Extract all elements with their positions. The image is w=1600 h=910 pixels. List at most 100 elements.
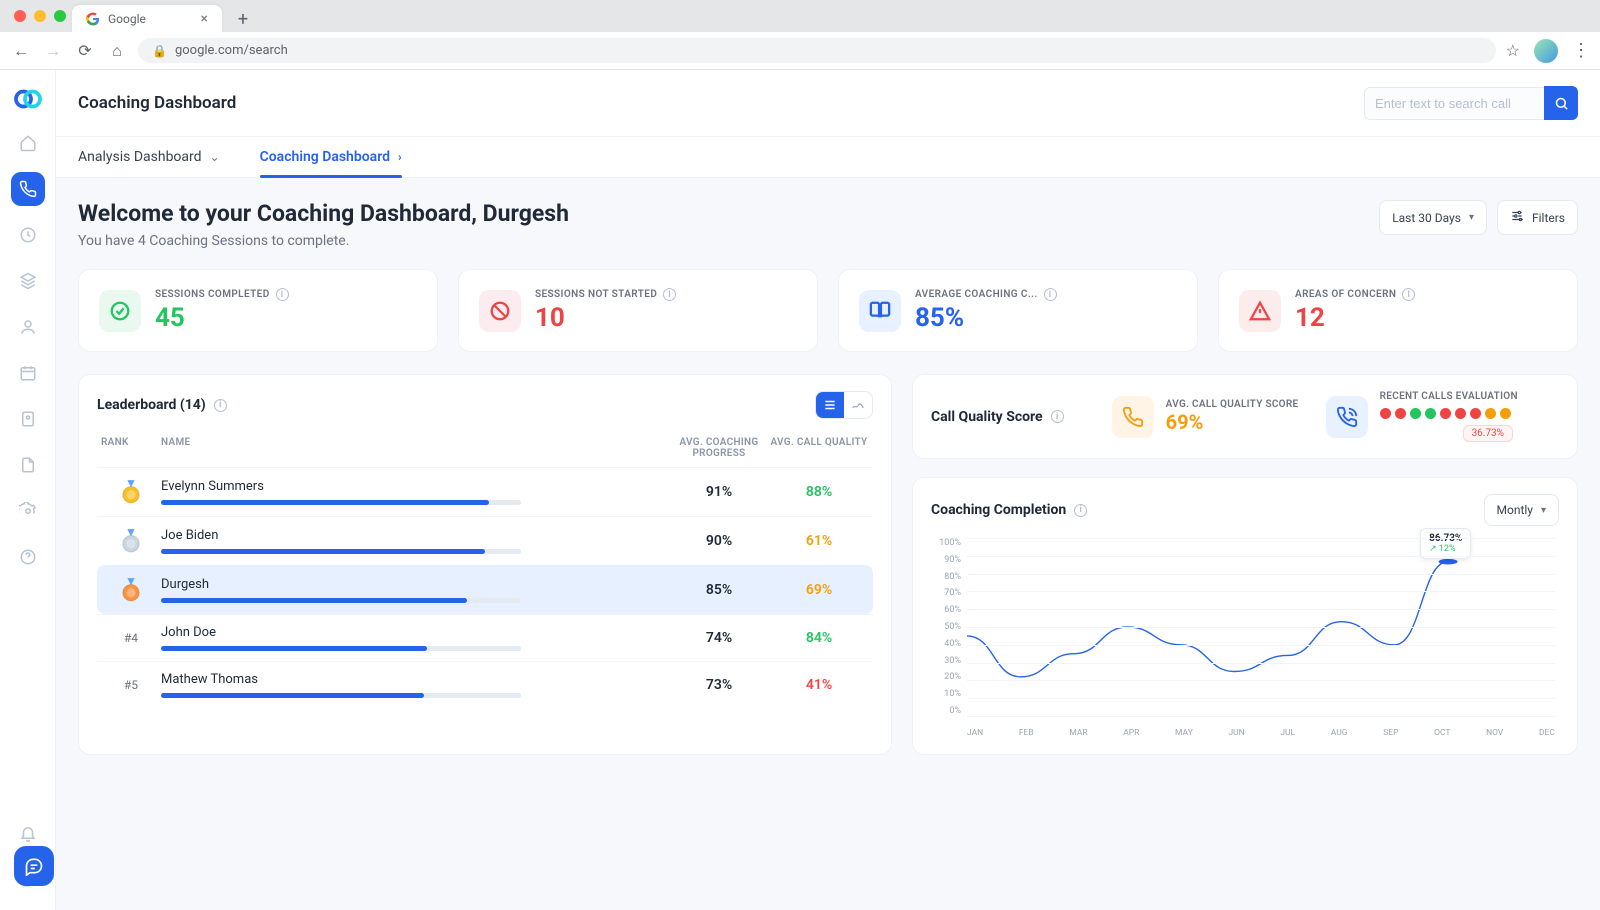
- leaderboard-row[interactable]: Joe Biden90%61%: [97, 516, 873, 565]
- profile-avatar[interactable]: [1534, 39, 1558, 63]
- quality-cell: 69%: [769, 582, 869, 598]
- nav-profile-icon[interactable]: [11, 402, 45, 436]
- leaderboard-header: RANK NAME AVG. COACHING PROGRESS AVG. CA…: [97, 431, 873, 467]
- progress-cell: 85%: [669, 582, 769, 598]
- nav-calls-icon[interactable]: [11, 172, 45, 206]
- x-tick: DEC: [1539, 728, 1555, 738]
- prohibit-icon: [479, 290, 521, 332]
- rank-cell: [101, 527, 161, 555]
- browser-tab[interactable]: Google ×: [72, 5, 222, 33]
- leaderboard-row[interactable]: #4John Doe74%84%: [97, 614, 873, 661]
- info-icon[interactable]: i: [1074, 504, 1087, 517]
- rank-cell: [101, 478, 161, 506]
- x-tick: FEB: [1019, 728, 1034, 738]
- close-window-icon[interactable]: [14, 10, 26, 22]
- maximize-window-icon[interactable]: [54, 10, 66, 22]
- trend-up-icon: ↗: [1429, 544, 1437, 554]
- info-icon[interactable]: i: [663, 288, 676, 301]
- recent-calls-badge: 36.73%: [1463, 425, 1513, 442]
- minimize-window-icon[interactable]: [34, 10, 46, 22]
- stat-value: 45: [155, 303, 289, 333]
- welcome-title: Welcome to your Coaching Dashboard, Durg…: [78, 200, 569, 227]
- window-controls[interactable]: [14, 10, 66, 22]
- evaluation-dot: [1425, 408, 1436, 419]
- name-cell: Mathew Thomas: [161, 672, 669, 698]
- app-logo-icon[interactable]: [13, 84, 43, 114]
- phone-icon: [1112, 396, 1154, 438]
- leaderboard-row[interactable]: Durgesh85%69%: [97, 565, 873, 614]
- tab-analysis-dashboard[interactable]: Analysis Dashboard ⌄: [78, 149, 220, 177]
- progress-cell: 74%: [669, 630, 769, 646]
- call-quality-title: Call Quality Score: [931, 409, 1043, 425]
- nav-notifications-icon[interactable]: [11, 816, 45, 850]
- info-icon[interactable]: i: [1044, 288, 1057, 301]
- nav-user-icon[interactable]: [11, 310, 45, 344]
- leaderboard-title: Leaderboard (14): [97, 397, 206, 413]
- forward-button[interactable]: →: [42, 41, 64, 61]
- x-tick: SEP: [1383, 728, 1398, 738]
- close-tab-icon[interactable]: ×: [201, 11, 208, 27]
- page-title: Coaching Dashboard: [78, 93, 236, 113]
- evaluation-dot: [1380, 408, 1391, 419]
- book-open-icon: [859, 290, 901, 332]
- sliders-icon: [1510, 209, 1524, 226]
- bookmark-star-icon[interactable]: ☆: [1506, 41, 1520, 60]
- completion-title: Coaching Completion: [931, 502, 1066, 518]
- back-button[interactable]: ←: [10, 41, 32, 61]
- top-bar: Coaching Dashboard: [56, 70, 1600, 137]
- nav-settings-icon[interactable]: [11, 494, 45, 528]
- evaluation-dot: [1455, 408, 1466, 419]
- search-input[interactable]: [1364, 87, 1544, 120]
- chat-widget-button[interactable]: [14, 846, 54, 886]
- phone-ring-icon: [1326, 396, 1368, 438]
- date-range-select[interactable]: Last 30 Days ▾: [1379, 200, 1487, 235]
- x-tick: JUN: [1228, 728, 1244, 738]
- tab-coaching-dashboard[interactable]: Coaching Dashboard ›: [260, 149, 402, 177]
- recent-calls-dots: [1380, 408, 1518, 419]
- name-cell: John Doe: [161, 625, 669, 651]
- home-button[interactable]: ⌂: [106, 41, 128, 61]
- search-button[interactable]: [1544, 86, 1578, 120]
- evaluation-dot: [1470, 408, 1481, 419]
- nav-layers-icon[interactable]: [11, 264, 45, 298]
- browser-chrome: Google × + ← → ⟳ ⌂ 🔒 google.com/search ☆…: [0, 0, 1600, 70]
- reload-button[interactable]: ⟳: [74, 41, 96, 60]
- info-icon[interactable]: i: [1051, 410, 1064, 423]
- completion-chart: 100%90%80%70%60%50%40%30%20%10%0% 86.73%…: [931, 538, 1559, 738]
- browser-menu-icon[interactable]: ⋮: [1572, 40, 1590, 61]
- nav-calendar-icon[interactable]: [11, 356, 45, 390]
- x-tick: NOV: [1486, 728, 1503, 738]
- card-avg-coaching: AVERAGE COACHING C...i 85%: [838, 269, 1198, 352]
- address-bar[interactable]: 🔒 google.com/search: [138, 38, 1496, 63]
- nav-document-icon[interactable]: [11, 448, 45, 482]
- search-call: [1364, 86, 1578, 120]
- call-quality-panel: Call Quality Score i AVG. CALL QUALITY S…: [912, 374, 1578, 459]
- info-icon[interactable]: i: [214, 399, 227, 412]
- info-icon[interactable]: i: [276, 288, 289, 301]
- leaderboard-row[interactable]: #5Mathew Thomas73%41%: [97, 661, 873, 708]
- x-tick: JUL: [1280, 728, 1295, 738]
- quality-cell: 41%: [769, 677, 869, 693]
- chart-tooltip: 86.73% ↗ 12%: [1420, 528, 1471, 559]
- info-icon[interactable]: i: [1402, 288, 1415, 301]
- nav-help-icon[interactable]: [11, 540, 45, 574]
- progress-cell: 90%: [669, 533, 769, 549]
- rank-cell: [101, 576, 161, 604]
- rank-cell: #4: [101, 631, 161, 645]
- x-tick: MAR: [1069, 728, 1087, 738]
- leaderboard-row[interactable]: Evelynn Summers91%88%: [97, 467, 873, 516]
- stat-value: 12: [1295, 303, 1415, 333]
- chevron-right-icon: ›: [398, 150, 402, 164]
- chevron-down-icon: ⌄: [210, 150, 220, 164]
- nav-history-icon[interactable]: [11, 218, 45, 252]
- avg-call-quality-value: 69%: [1166, 410, 1299, 434]
- new-tab-button[interactable]: +: [230, 6, 256, 32]
- filters-button[interactable]: Filters: [1497, 200, 1578, 235]
- view-list-button[interactable]: [816, 392, 844, 418]
- completion-range-select[interactable]: Montly ▾: [1484, 494, 1560, 526]
- nav-home-icon[interactable]: [11, 126, 45, 160]
- x-tick: MAY: [1175, 728, 1193, 738]
- card-areas-of-concern: AREAS OF CONCERNi 12: [1218, 269, 1578, 352]
- view-chart-button[interactable]: [844, 392, 872, 418]
- stat-value: 10: [535, 303, 676, 333]
